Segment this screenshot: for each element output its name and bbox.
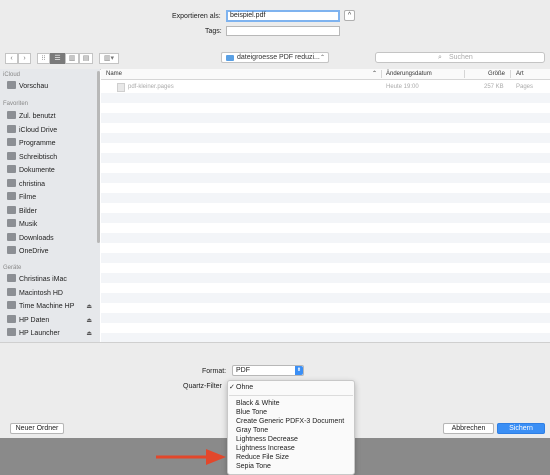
table-row-empty — [101, 253, 550, 263]
eject-icon[interactable]: ⏏ — [86, 328, 92, 340]
save-panel-header — [0, 0, 550, 47]
sidebar-item-dokumente[interactable]: Dokumente — [7, 165, 97, 177]
sidebar-item-musik[interactable]: Musik — [7, 219, 97, 231]
table-row-empty — [101, 113, 550, 123]
format-label: Format: — [202, 368, 227, 375]
search-placeholder: Suchen — [449, 54, 473, 61]
export-filename-input[interactable]: beispiel.pdf — [226, 10, 340, 22]
icon-view-button[interactable]: ⁝⁝ — [37, 53, 50, 64]
desktop-icon — [7, 152, 16, 160]
location-label: dateigroesse PDF reduzi... — [237, 54, 320, 61]
sidebar-item-recent[interactable]: Zul. benutzt — [7, 111, 97, 123]
column-size[interactable]: Größe — [488, 69, 505, 79]
document-icon — [117, 83, 125, 92]
file-date: Heute 19:00 — [386, 84, 419, 90]
tags-label: Tags: — [205, 28, 222, 35]
table-row-empty — [101, 193, 550, 203]
sidebar-section-title: iCloud — [3, 72, 21, 78]
sidebar-item-icloud-drive[interactable]: iCloud Drive — [7, 125, 97, 137]
search-icon: ⌕ — [438, 54, 442, 61]
table-row-empty — [101, 273, 550, 283]
table-row-empty — [101, 133, 550, 143]
sidebar-item-programme[interactable]: Programme — [7, 138, 97, 150]
sidebar-item-hp-daten[interactable]: HP Daten ⏏ — [7, 315, 97, 327]
sort-arrow-icon: ⌃ — [372, 71, 378, 77]
table-row-empty — [101, 293, 550, 303]
format-popup[interactable]: PDF ⬍ — [232, 365, 304, 376]
annotation-arrow-icon — [156, 449, 226, 465]
sidebar-item-filme[interactable]: Filme — [7, 192, 97, 204]
new-folder-button[interactable]: Neuer Ordner — [10, 423, 64, 434]
column-name[interactable]: Name — [106, 69, 122, 79]
table-row-empty — [101, 153, 550, 163]
downloads-icon — [7, 233, 16, 241]
arrange-button[interactable]: ▥▾ — [99, 53, 119, 64]
tags-input[interactable] — [226, 26, 340, 36]
sidebar-item-bilder[interactable]: Bilder — [7, 206, 97, 218]
table-row-empty — [101, 313, 550, 323]
sidebar-item-christinas-imac[interactable]: Christinas iMac — [7, 274, 97, 286]
disk-icon — [7, 328, 16, 336]
expand-panel-button[interactable]: ^ — [344, 10, 355, 21]
column-date[interactable]: Änderungsdatum — [386, 69, 432, 79]
file-size: 257 KB — [484, 84, 504, 90]
checkmark-icon: ✓ — [229, 384, 235, 391]
disk-icon — [7, 315, 16, 323]
table-row[interactable]: pdf-kleiner.pages Heute 19:00 257 KB Pag… — [101, 82, 550, 92]
table-row-empty — [101, 233, 550, 243]
column-kind[interactable]: Art — [516, 69, 524, 79]
sidebar-section-title: Favoriten — [3, 101, 29, 107]
music-icon — [7, 219, 16, 227]
sidebar-item-hp-launcher[interactable]: HP Launcher ⏏ — [7, 328, 97, 340]
sidebar-section-title: Geräte — [3, 265, 22, 271]
file-list: Name ⌃ Änderungsdatum Größe Art pdf-klei… — [101, 69, 550, 343]
table-row-empty — [101, 173, 550, 183]
quartz-filter-label: Quartz-Filter — [183, 383, 222, 390]
location-popup[interactable]: dateigroesse PDF reduzi... ⌃ — [221, 52, 329, 63]
cover-flow-button[interactable]: ▤ — [79, 53, 93, 64]
export-as-label: Exportieren als: — [172, 13, 221, 20]
column-view-button[interactable]: ▥ — [65, 53, 79, 64]
folder-icon — [7, 246, 16, 254]
save-button[interactable]: Sichern — [497, 423, 545, 434]
popup-arrows-icon: ⬍ — [295, 366, 303, 375]
apps-icon — [7, 138, 16, 146]
pictures-icon — [7, 206, 16, 214]
sidebar: iCloud Vorschau Favoriten Zul. benutzt i… — [0, 69, 100, 342]
home-icon — [7, 179, 16, 187]
preview-icon — [7, 81, 16, 89]
eject-icon[interactable]: ⏏ — [86, 301, 92, 313]
sidebar-item-macintosh-hd[interactable]: Macintosh HD — [7, 288, 97, 300]
cancel-button[interactable]: Abbrechen — [443, 423, 494, 434]
sidebar-item-vorschau[interactable]: Vorschau — [7, 81, 97, 93]
sidebar-item-downloads[interactable]: Downloads — [7, 233, 97, 245]
back-button[interactable]: ‹ — [5, 53, 18, 64]
search-field[interactable]: ⌕ Suchen — [375, 52, 545, 63]
file-kind: Pages — [516, 84, 534, 90]
disk-icon — [7, 288, 16, 296]
table-row-empty — [101, 93, 550, 103]
forward-button[interactable]: › — [18, 53, 31, 64]
movies-icon — [7, 192, 16, 200]
file-name: pdf-kleiner.pages — [128, 84, 174, 90]
sidebar-item-christina[interactable]: christina — [7, 179, 97, 191]
chevron-updown-icon: ⌃ — [319, 55, 325, 61]
file-list-header: Name ⌃ Änderungsdatum Größe Art — [101, 69, 550, 80]
menu-divider — [229, 395, 353, 396]
quartz-filter-menu[interactable]: ✓ Ohne Black & White Blue Tone Create Ge… — [227, 380, 355, 475]
list-view-button[interactable]: ☰ — [50, 53, 65, 64]
table-row-empty — [101, 213, 550, 223]
sidebar-item-schreibtisch[interactable]: Schreibtisch — [7, 152, 97, 164]
sidebar-item-time-machine[interactable]: Time Machine HP ⏏ — [7, 301, 97, 313]
disk-icon — [7, 301, 16, 309]
cloud-icon — [7, 125, 16, 133]
sidebar-scrollbar[interactable] — [97, 71, 100, 243]
recent-icon — [7, 111, 16, 119]
computer-icon — [7, 274, 16, 282]
eject-icon[interactable]: ⏏ — [86, 315, 92, 327]
sidebar-item-onedrive[interactable]: OneDrive — [7, 246, 97, 258]
documents-icon — [7, 165, 16, 173]
folder-icon — [226, 55, 234, 61]
